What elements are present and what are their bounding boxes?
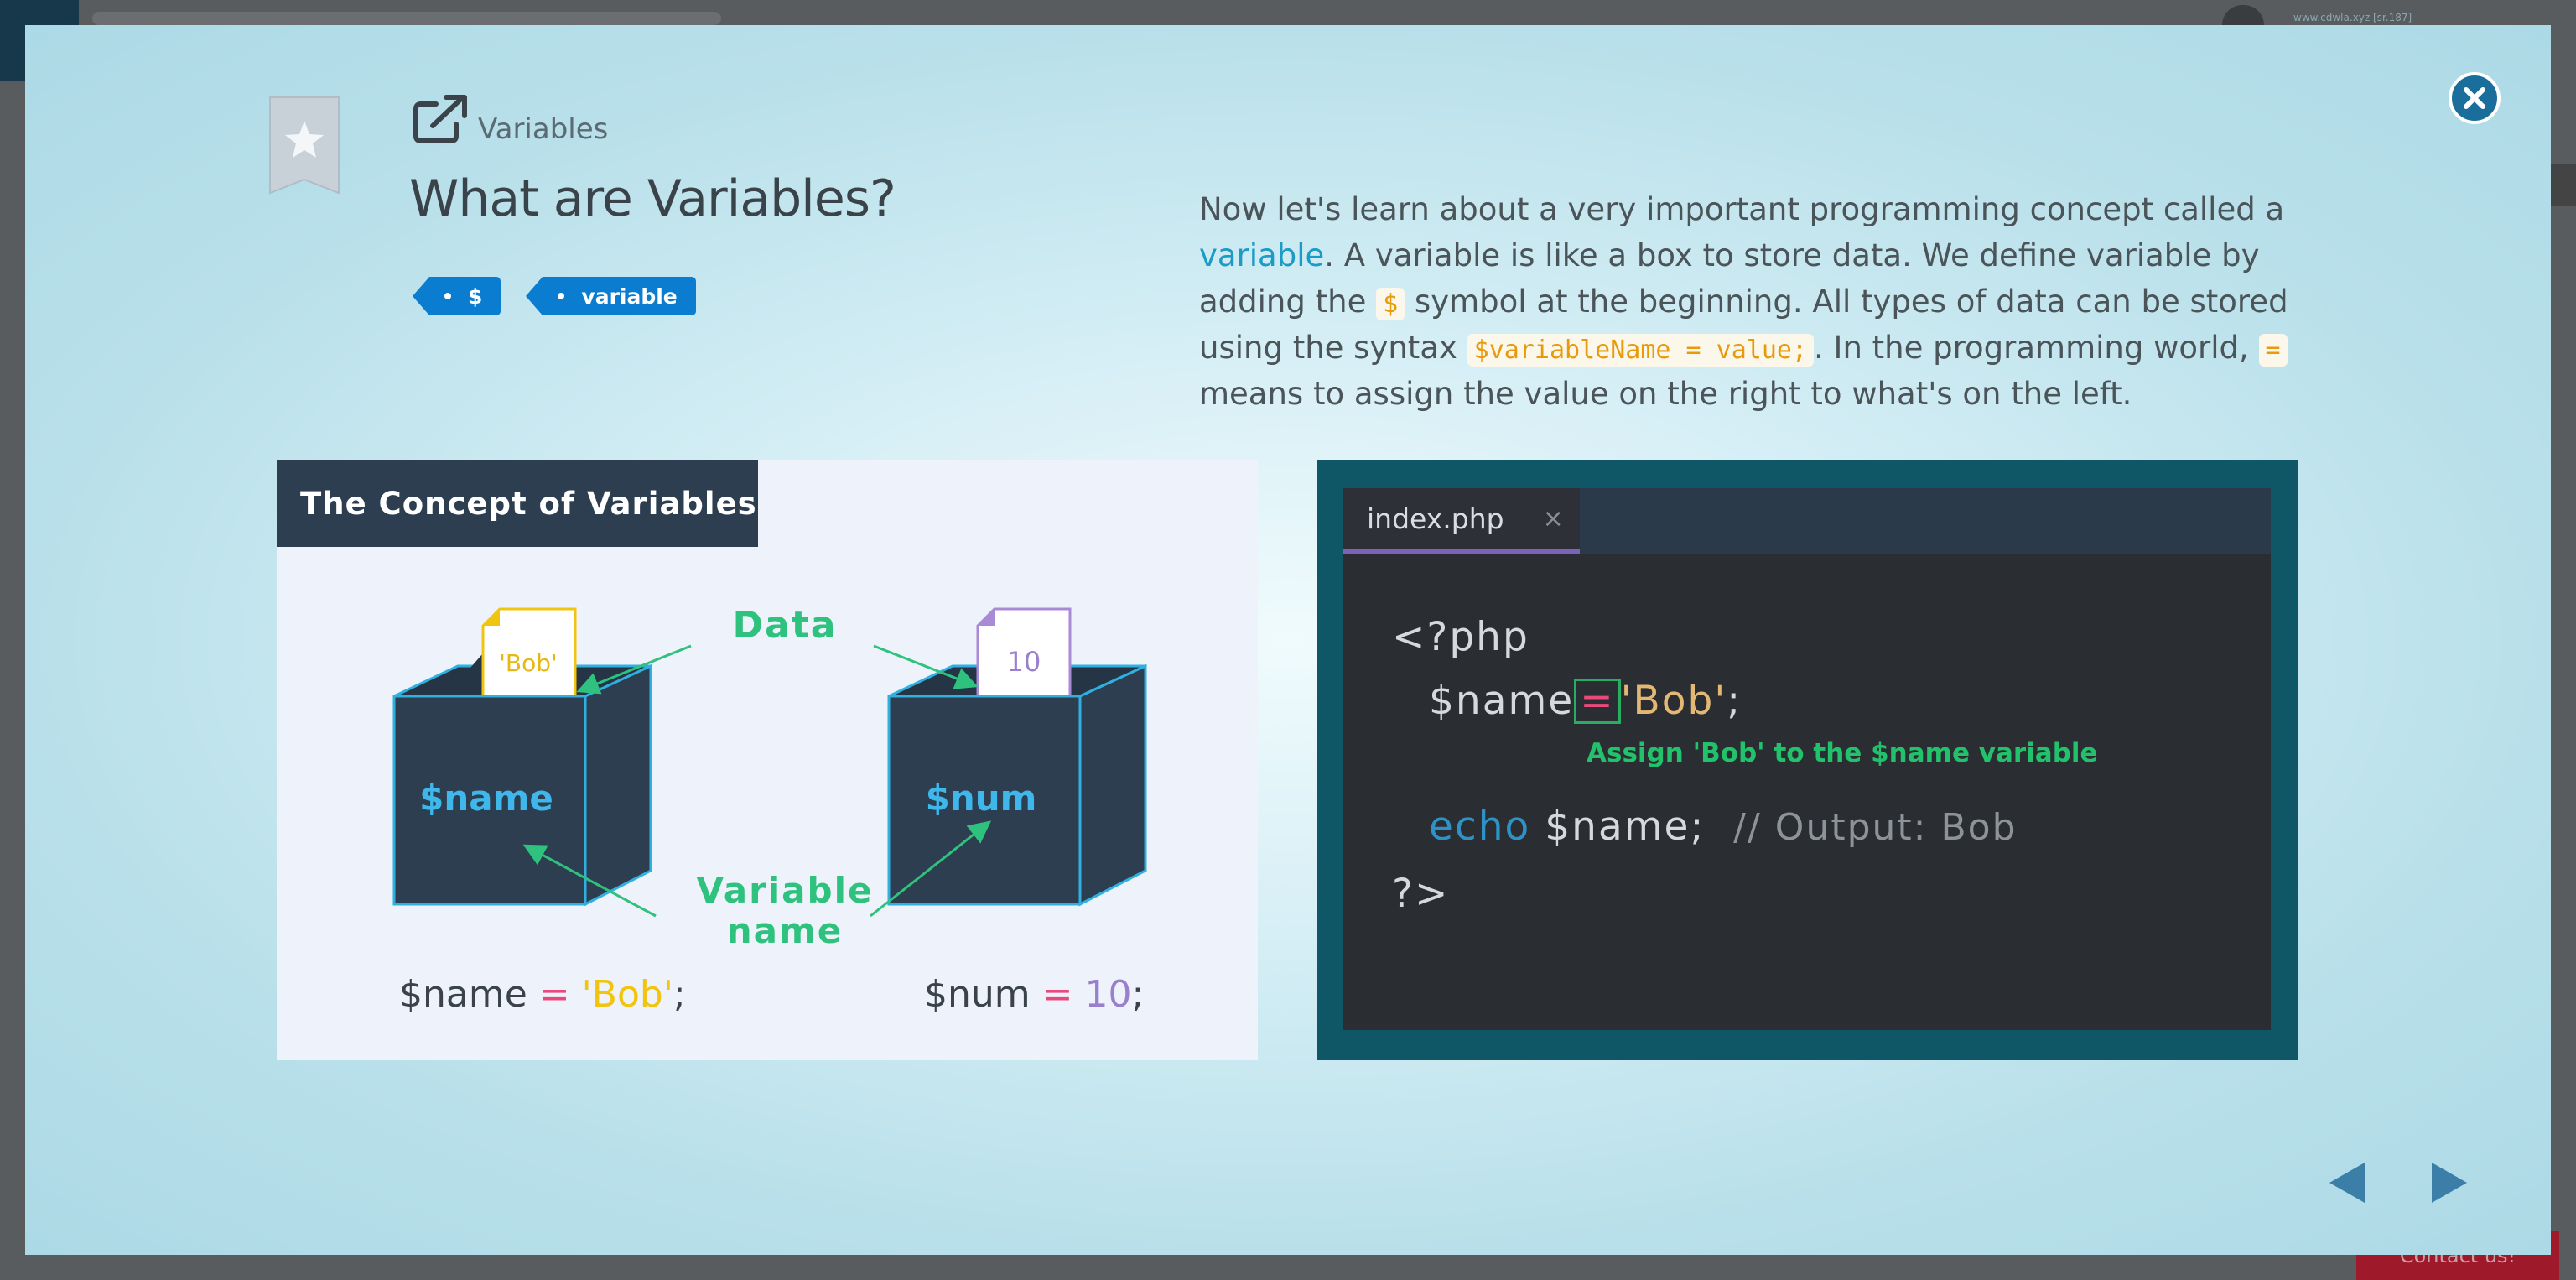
variable-name-label-2: name [727,910,844,951]
lesson-category: Variables [478,112,609,146]
desc-highlight: variable [1199,237,1325,273]
page-title: What are Variables? [409,169,896,228]
background-scrollbar[interactable] [2551,164,2576,206]
tab-close-icon[interactable]: × [1543,504,1564,533]
tag-dollar[interactable]: $ [412,277,501,315]
desc-text-4: . In the programming world, [1814,330,2259,366]
editor-tab-filename: index.php [1367,502,1504,535]
equals-highlight: = [1574,679,1621,724]
code-line-1: <?php [1392,614,1530,660]
inline-code-syntax: $variableName = value; [1467,334,1815,367]
code-line-4: ?> [1392,871,1450,917]
data-label: Data [733,604,838,647]
bookmark-star-icon [269,96,340,195]
box1-name: $name [419,778,553,819]
diagram-illustration: 'Bob' $name 10 $num Data Variable name $… [392,604,1147,1016]
inline-code-dollar: $ [1376,288,1405,320]
close-icon [2464,87,2485,109]
bookmark-button[interactable] [268,96,340,200]
variables-diagram: The Concept of Variables 'Bob' $name 10 … [277,460,1258,1060]
expression-num: $num = 10; [924,973,1144,1016]
editor-tab-index[interactable]: index.php × [1343,488,1580,554]
tag-variable[interactable]: variable [526,277,696,315]
code-line-2: $name = 'Bob'; [1429,678,1742,724]
lesson-description: Now let's learn about a very important p… [1199,186,2314,417]
lesson-modal: Variables What are Variables? $ variable… [25,25,2551,1255]
external-link-button[interactable] [411,92,471,149]
inline-code-equals: = [2258,334,2288,367]
background-avatar [2222,5,2264,25]
code-line-3: echo $name; // Output: Bob [1429,804,2018,850]
expression-name: $name = 'Bob'; [399,973,686,1016]
background-url-text: www.cdwla.xyz [sr.187] [2293,12,2412,23]
variable-name-label-1: Variable [697,870,874,911]
tag-list: $ variable [412,277,696,315]
prev-button[interactable] [2328,1161,2366,1208]
box1-value: 'Bob' [499,649,558,677]
box2-name: $num [926,778,1037,819]
box2-value: 10 [1007,646,1041,678]
background-search-bar [92,12,721,25]
desc-text-5: means to assign the value on the right t… [1199,376,2132,412]
next-button[interactable] [2430,1161,2469,1208]
external-link-icon [413,95,467,143]
code-annotation: Assign 'Bob' to the $name variable [1587,738,2098,768]
code-editor: index.php × <?php $name = 'Bob'; Assign 'B… [1343,488,2271,1030]
desc-text-1: Now let's learn about a very important p… [1199,191,2285,227]
close-button[interactable] [2449,72,2501,124]
prev-arrow-icon [2329,1163,2365,1203]
code-example-panel: index.php × <?php $name = 'Bob'; Assign 'B… [1317,460,2298,1060]
next-arrow-icon [2432,1163,2467,1203]
